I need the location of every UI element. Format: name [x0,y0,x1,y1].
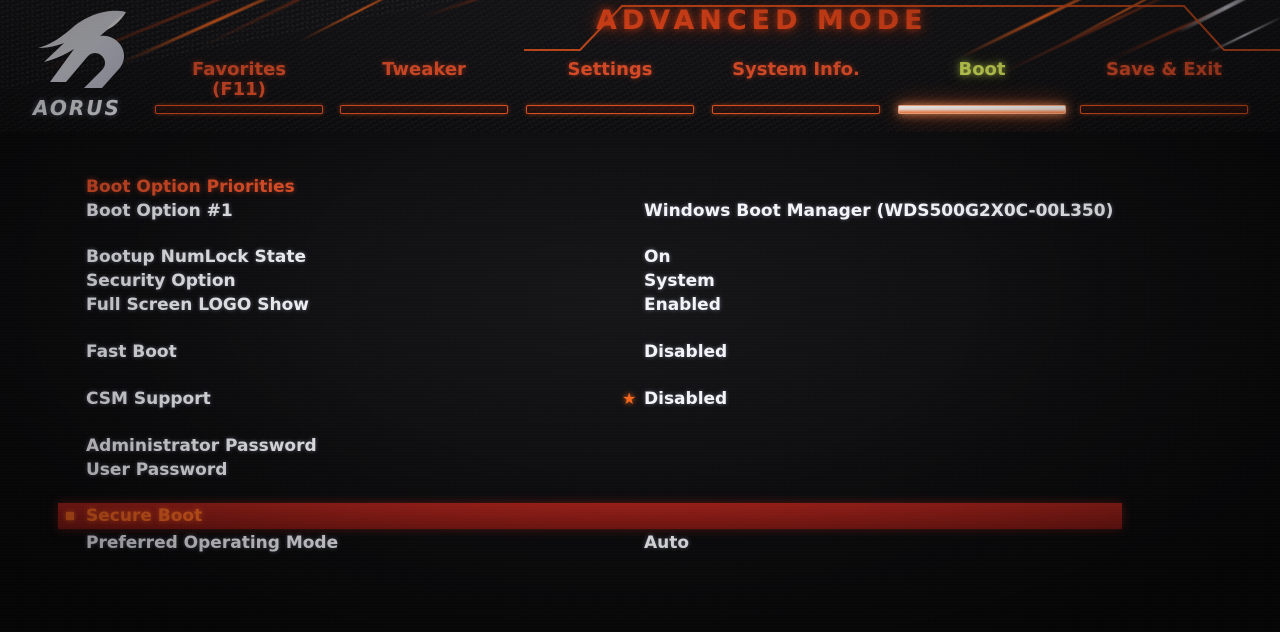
tab-system-info-label: System Info. [732,59,860,80]
tab-boot-underline [898,105,1066,114]
row-label: Bootup NumLock State [86,247,306,267]
favorite-star-icon: ★ [622,389,637,408]
row-value: On [644,247,671,267]
row-preferred-operating-mode[interactable]: Preferred Operating Mode Auto [0,530,1280,556]
row-label: Administrator Password [86,436,317,456]
selection-highlight [58,503,1122,529]
row-user-password[interactable]: User Password [0,457,1280,483]
advanced-mode-title: ADVANCED MODE [596,5,928,36]
tab-save-exit[interactable]: Save & Exit [1080,56,1248,128]
row-label: Boot Option Priorities [86,177,295,197]
row-security-option[interactable]: Security Option System [0,268,1280,294]
tab-boot-label: Boot [958,59,1006,80]
row-value: Disabled [644,389,728,409]
row-label: Boot Option #1 [86,201,233,221]
row-fast-boot[interactable]: Fast Boot Disabled [0,339,1280,365]
tab-save-exit-label: Save & Exit [1106,59,1222,80]
advanced-mode-banner: ADVANCED MODE [524,0,1280,52]
boot-settings-list: Boot Option Priorities Boot Option #1 Wi… [0,132,1280,632]
tab-tweaker-label: Tweaker [382,59,466,80]
row-boot-option-1[interactable]: Boot Option #1 Windows Boot Manager (WDS… [0,198,1280,224]
row-label: User Password [86,460,228,480]
tab-bar: Favorites (F11) Tweaker Settings System … [0,56,1280,132]
row-value: Auto [644,533,690,553]
row-csm-support[interactable]: CSM Support ★ Disabled [0,386,1280,412]
row-label: Security Option [86,271,236,291]
row-value: System [644,271,715,291]
row-label: Preferred Operating Mode [86,533,339,553]
tab-favorites-label: Favorites (F11) [191,59,287,101]
row-full-screen-logo-show[interactable]: Full Screen LOGO Show Enabled [0,292,1280,318]
bios-screen: AORUS ADVANCED MODE Favorites (F11) Twea… [0,0,1280,632]
tab-favorites-underline [155,105,323,114]
row-boot-option-priorities: Boot Option Priorities [0,174,1280,200]
tab-tweaker[interactable]: Tweaker [340,56,508,128]
row-label: CSM Support [86,389,211,409]
bios-header: AORUS ADVANCED MODE Favorites (F11) Twea… [0,0,1280,132]
row-administrator-password[interactable]: Administrator Password [0,433,1280,459]
tab-favorites[interactable]: Favorites (F11) [155,56,323,128]
tab-system-info-underline [712,105,880,114]
row-bootup-numlock-state[interactable]: Bootup NumLock State On [0,244,1280,270]
tab-boot[interactable]: Boot [898,56,1066,128]
row-label: Full Screen LOGO Show [86,295,309,315]
row-label: Secure Boot [86,506,203,526]
tab-settings-label: Settings [567,59,653,80]
tab-system-info[interactable]: System Info. [712,56,880,128]
tab-tweaker-underline [340,105,508,114]
tab-save-exit-underline [1080,105,1248,114]
row-label: Fast Boot [86,342,177,362]
tab-settings-underline [526,105,694,114]
row-value: Windows Boot Manager (WDS500G2X0C-00L350… [644,201,1114,221]
tab-settings[interactable]: Settings [526,56,694,128]
row-value: Enabled [644,295,721,315]
row-value: Disabled [644,342,728,362]
selected-marker-icon [66,512,74,520]
row-secure-boot[interactable]: Secure Boot [0,503,1280,529]
